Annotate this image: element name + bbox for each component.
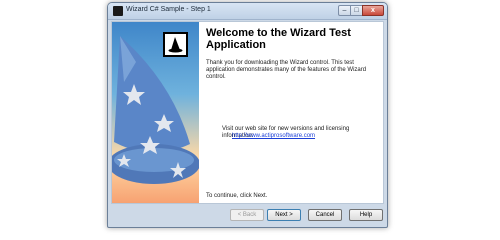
cancel-button[interactable]: Cancel bbox=[308, 209, 342, 221]
back-button[interactable]: < Back bbox=[230, 209, 264, 221]
intro-text: Thank you for downloading the Wizard con… bbox=[206, 60, 367, 80]
window-title: Wizard C# Sample - Step 1 bbox=[126, 6, 211, 13]
next-button[interactable]: Next > bbox=[267, 209, 301, 221]
page-heading: Welcome to the Wizard Test Application bbox=[206, 27, 351, 51]
continue-text: To continue, click Next. bbox=[206, 193, 268, 199]
app-icon bbox=[113, 6, 123, 16]
wizard-content: Welcome to the Wizard Test Application T… bbox=[200, 22, 383, 203]
close-button[interactable]: x bbox=[362, 5, 384, 16]
help-button[interactable]: Help bbox=[349, 209, 383, 221]
wizard-sidebar bbox=[112, 22, 199, 203]
website-link[interactable]: http://www.actiprosoftware.com bbox=[232, 133, 315, 139]
wizard-logo-icon bbox=[163, 32, 188, 57]
wizard-page: Welcome to the Wizard Test Application T… bbox=[111, 21, 384, 204]
button-bar: < Back Next > Cancel Help bbox=[111, 205, 384, 225]
title-bar[interactable]: Wizard C# Sample - Step 1 – □ x bbox=[108, 3, 387, 20]
wizard-window: Wizard C# Sample - Step 1 – □ x Welcome … bbox=[107, 2, 388, 228]
